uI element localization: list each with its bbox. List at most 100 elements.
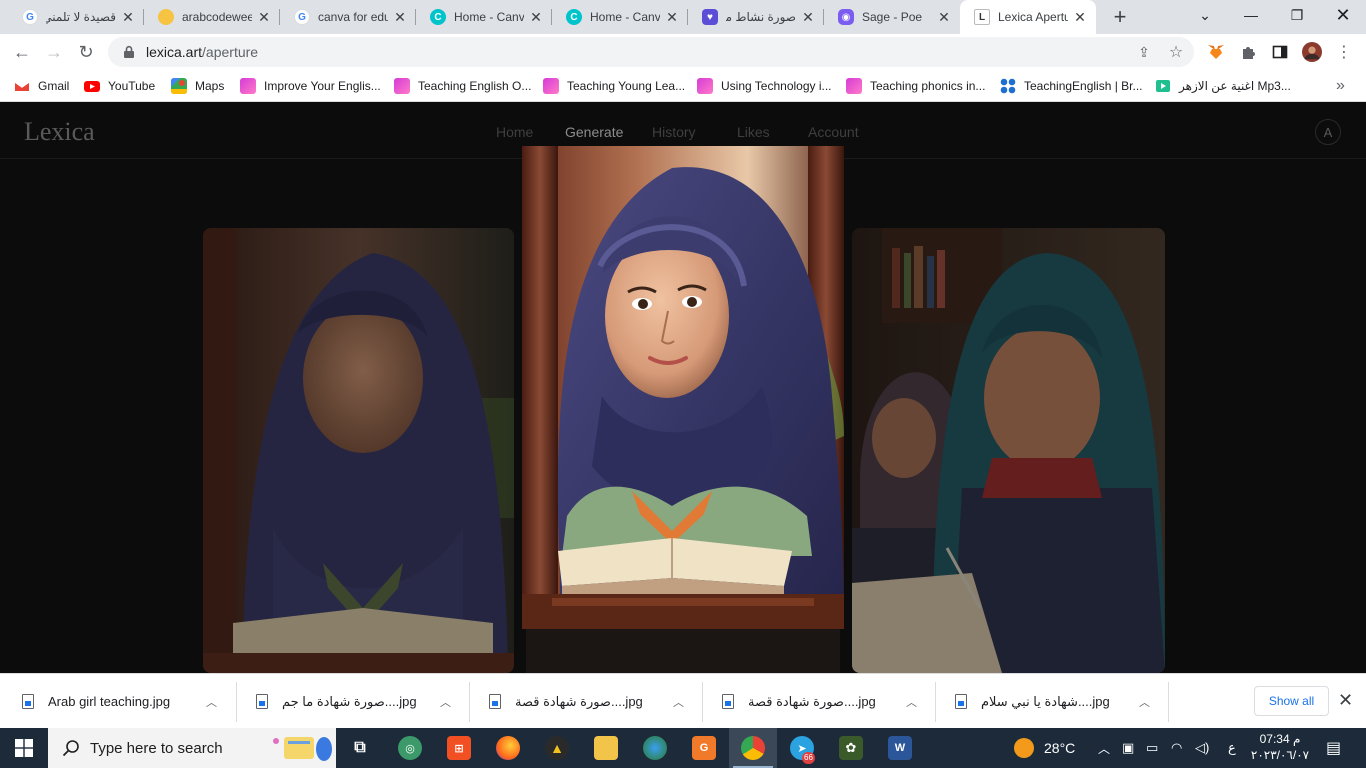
gmail-icon: [14, 81, 30, 91]
bookmark-using-technology[interactable]: Using Technology i...: [697, 76, 832, 96]
tab-6[interactable]: ♥ صورة نشاط ما ✕: [688, 0, 824, 34]
restore-icon[interactable]: ❐: [1274, 0, 1320, 30]
window-close-icon[interactable]: ✕: [1320, 0, 1366, 30]
new-tab-button[interactable]: +: [1108, 4, 1132, 29]
generated-image-left[interactable]: [203, 228, 514, 673]
share-icon[interactable]: ⇪: [1134, 42, 1154, 62]
pdf-app-icon[interactable]: G: [692, 736, 716, 760]
tab-3[interactable]: G canva for edu ✕: [280, 0, 416, 34]
poe-icon: ◉: [838, 9, 854, 25]
taskbar-search-box[interactable]: Type here to search: [48, 728, 336, 768]
nav-history[interactable]: History: [652, 124, 696, 140]
bookmark-site-icon: [543, 78, 559, 94]
nav-likes[interactable]: Likes: [737, 124, 770, 140]
bookmark-teaching-young-learners[interactable]: Teaching Young Lea...: [543, 76, 685, 96]
metamask-extension-icon[interactable]: [1206, 42, 1226, 62]
wifi-icon[interactable]: ◠: [1171, 728, 1182, 768]
windows-start-button[interactable]: [0, 728, 48, 768]
side-panel-icon[interactable]: [1270, 42, 1290, 62]
bookmark-gmail[interactable]: Gmail: [14, 76, 69, 96]
maps-icon: [171, 78, 187, 94]
tab-8-active[interactable]: L Lexica Aperture ✕: [960, 0, 1096, 34]
input-language[interactable]: ع: [1228, 728, 1236, 768]
show-all-downloads-button[interactable]: Show all: [1254, 686, 1329, 716]
bookmark-site-icon: [240, 78, 256, 94]
tab-4[interactable]: C Home - Canva ✕: [416, 0, 552, 34]
generated-image-center[interactable]: [522, 146, 844, 629]
tab-7[interactable]: ◉ Sage - Poe ✕: [824, 0, 960, 34]
nav-home[interactable]: Home: [496, 124, 533, 140]
image-file-icon: [489, 694, 501, 709]
word-icon[interactable]: W: [888, 736, 912, 760]
download-item-4[interactable]: صورة شهادة قصة....jpg ︿: [722, 674, 932, 729]
arabcodeweek-icon: [158, 9, 174, 25]
nav-generate[interactable]: Generate: [565, 124, 623, 140]
reload-icon[interactable]: ↻: [74, 40, 98, 64]
chrome-menu-icon[interactable]: ⋮: [1334, 42, 1354, 62]
tab-2[interactable]: arabcodeweek ✕: [144, 0, 280, 34]
tab-search-icon[interactable]: ⌄: [1182, 0, 1228, 30]
bookmark-improve-english[interactable]: Improve Your Englis...: [240, 76, 381, 96]
chevron-up-icon[interactable]: ︿: [440, 694, 451, 710]
chevron-up-icon[interactable]: ︿: [206, 694, 217, 710]
firefox-icon[interactable]: [496, 736, 520, 760]
bookmark-site-icon: [846, 78, 862, 94]
bookmark-teaching-english-online[interactable]: Teaching English O...: [394, 76, 531, 96]
bookmark-azhar-song[interactable]: اغنية عن الازهر Mp3...: [1155, 76, 1291, 96]
close-tab-icon[interactable]: ✕: [120, 9, 136, 25]
profile-avatar[interactable]: [1302, 42, 1322, 62]
download-item-3[interactable]: صورة شهادة قصة....jpg ︿: [489, 674, 699, 729]
canva-icon: C: [566, 9, 582, 25]
bookmark-youtube[interactable]: YouTube: [84, 76, 155, 96]
globe-app-icon[interactable]: [643, 736, 667, 760]
extensions-puzzle-icon[interactable]: [1238, 42, 1258, 62]
back-arrow-icon[interactable]: ←: [10, 40, 34, 64]
minimize-icon[interactable]: —: [1228, 0, 1274, 30]
bookmarks-overflow-icon[interactable]: »: [1336, 76, 1345, 96]
download-item-2[interactable]: صورة شهادة ما جم....jpg ︿: [256, 674, 466, 729]
address-bar[interactable]: lexica.art/aperture: [108, 37, 1194, 67]
bookmark-teachingenglish-bc[interactable]: TeachingEnglish | Br...: [1000, 76, 1143, 96]
game-app-icon[interactable]: ✿: [839, 736, 863, 760]
close-tab-icon[interactable]: ✕: [392, 9, 408, 25]
nav-account[interactable]: Account: [808, 124, 859, 140]
tab-1[interactable]: G قصيدة لا تلمني ✕: [8, 0, 144, 34]
system-clock[interactable]: 07:34 م ٢٠٢٣/٠٦/٠٧: [1248, 731, 1312, 763]
close-tab-icon[interactable]: ✕: [800, 9, 816, 25]
close-download-shelf-icon[interactable]: ✕: [1338, 690, 1353, 711]
chevron-up-icon[interactable]: ︿: [1139, 694, 1150, 710]
bookmark-star-icon[interactable]: ☆: [1166, 42, 1186, 62]
bookmark-teaching-phonics[interactable]: Teaching phonics in...: [846, 76, 985, 96]
account-avatar[interactable]: A: [1315, 119, 1341, 145]
show-hidden-icons-icon[interactable]: ︿: [1098, 728, 1110, 768]
url-path: /aperture: [202, 44, 259, 60]
chevron-up-icon[interactable]: ︿: [673, 694, 684, 710]
notifications-icon[interactable]: ▤: [1326, 728, 1341, 768]
file-explorer-icon[interactable]: [594, 736, 618, 760]
close-tab-icon[interactable]: ✕: [528, 9, 544, 25]
meet-now-icon[interactable]: ▣: [1122, 728, 1134, 768]
weather-widget[interactable]: 28°C: [1014, 728, 1075, 768]
archicad-icon[interactable]: ▲: [545, 736, 569, 760]
close-tab-icon[interactable]: ✕: [936, 9, 952, 25]
chrome-taskbar-icon[interactable]: [741, 736, 765, 760]
download-item-5[interactable]: شهادة يا نبي سلام....jpg ︿: [955, 674, 1165, 729]
lexica-logo[interactable]: Lexica: [24, 117, 95, 147]
generated-image-right[interactable]: [852, 228, 1165, 673]
sun-icon: [1014, 738, 1034, 758]
browser-tab-strip: G قصيدة لا تلمني ✕ arabcodeweek ✕ G canv…: [0, 0, 1366, 34]
download-item-1[interactable]: Arab girl teaching.jpg ︿: [22, 674, 232, 729]
canva-icon: C: [430, 9, 446, 25]
battery-icon[interactable]: ▭: [1146, 728, 1158, 768]
close-tab-icon[interactable]: ✕: [664, 9, 680, 25]
forward-arrow-icon[interactable]: →: [42, 40, 66, 64]
volume-icon[interactable]: ◁): [1195, 728, 1209, 768]
tab-5[interactable]: C Home - Canva ✕: [552, 0, 688, 34]
chevron-up-icon[interactable]: ︿: [906, 694, 917, 710]
task-view-icon[interactable]: ⧉: [348, 736, 372, 760]
people-app-icon[interactable]: ◎: [398, 736, 422, 760]
microsoft-store-icon[interactable]: ⊞: [447, 736, 471, 760]
bookmark-maps[interactable]: Maps: [171, 76, 224, 96]
close-tab-icon[interactable]: ✕: [256, 9, 272, 25]
close-tab-icon[interactable]: ✕: [1072, 9, 1088, 25]
